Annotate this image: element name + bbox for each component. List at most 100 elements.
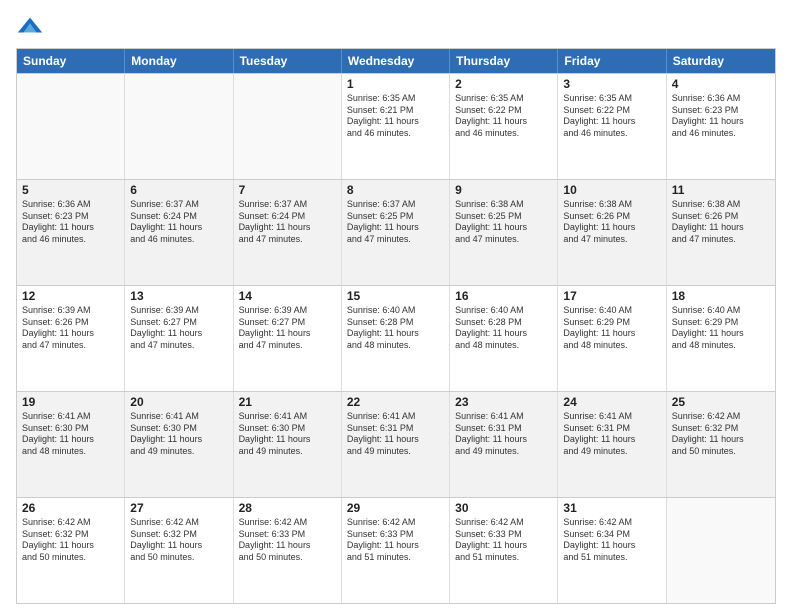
day-info: Sunrise: 6:40 AM Sunset: 6:29 PM Dayligh… [563, 305, 660, 352]
day-info: Sunrise: 6:40 AM Sunset: 6:29 PM Dayligh… [672, 305, 770, 352]
calendar-cell: 6 Sunrise: 6:37 AM Sunset: 6:24 PM Daylig… [125, 180, 233, 285]
calendar-week: 1 Sunrise: 6:35 AM Sunset: 6:21 PM Daylig… [17, 73, 775, 179]
day-info: Sunrise: 6:41 AM Sunset: 6:31 PM Dayligh… [455, 411, 552, 458]
day-number: 26 [22, 501, 119, 515]
calendar-cell: 2Sunrise: 6:35 AM Sunset: 6:22 PM Daylig… [450, 74, 558, 179]
day-number: 3 [563, 77, 660, 91]
calendar-cell: 24 Sunrise: 6:41 AM Sunset: 6:31 PM Dayli… [558, 392, 666, 497]
day-info: Sunrise: 6:35 AM Sunset: 6:22 PM Dayligh… [455, 93, 552, 140]
calendar-cell: 28 Sunrise: 6:42 AM Sunset: 6:33 PM Dayli… [234, 498, 342, 603]
day-number: 8 [347, 183, 444, 197]
day-info: Sunrise: 6:42 AM Sunset: 6:33 PM Dayligh… [239, 517, 336, 564]
day-info: Sunrise: 6:39 AM Sunset: 6:27 PM Dayligh… [239, 305, 336, 352]
calendar-cell: 21 Sunrise: 6:41 AM Sunset: 6:30 PM Dayli… [234, 392, 342, 497]
day-info: Sunrise: 6:41 AM Sunset: 6:30 PM Dayligh… [22, 411, 119, 458]
day-info: Sunrise: 6:42 AM Sunset: 6:32 PM Dayligh… [22, 517, 119, 564]
day-number: 4 [672, 77, 770, 91]
day-number: 30 [455, 501, 552, 515]
calendar-cell: 13 Sunrise: 6:39 AM Sunset: 6:27 PM Dayli… [125, 286, 233, 391]
calendar-header-cell: Saturday [667, 49, 775, 73]
day-number: 29 [347, 501, 444, 515]
calendar-header-cell: Tuesday [234, 49, 342, 73]
calendar-cell: 15 Sunrise: 6:40 AM Sunset: 6:28 PM Dayli… [342, 286, 450, 391]
logo-icon [16, 12, 44, 40]
day-info: Sunrise: 6:42 AM Sunset: 6:32 PM Dayligh… [672, 411, 770, 458]
day-number: 14 [239, 289, 336, 303]
day-info: Sunrise: 6:35 AM Sunset: 6:21 PM Dayligh… [347, 93, 444, 140]
day-number: 19 [22, 395, 119, 409]
day-number: 17 [563, 289, 660, 303]
day-info: Sunrise: 6:38 AM Sunset: 6:26 PM Dayligh… [563, 199, 660, 246]
day-number: 18 [672, 289, 770, 303]
day-number: 13 [130, 289, 227, 303]
calendar: SundayMondayTuesdayWednesdayThursdayFrid… [16, 48, 776, 604]
day-info: Sunrise: 6:35 AM Sunset: 6:22 PM Dayligh… [563, 93, 660, 140]
calendar-cell: 26 Sunrise: 6:42 AM Sunset: 6:32 PM Dayli… [17, 498, 125, 603]
calendar-header-cell: Sunday [17, 49, 125, 73]
day-number: 22 [347, 395, 444, 409]
day-info: Sunrise: 6:41 AM Sunset: 6:30 PM Dayligh… [130, 411, 227, 458]
calendar-cell: 11 Sunrise: 6:38 AM Sunset: 6:26 PM Dayli… [667, 180, 775, 285]
logo [16, 12, 48, 40]
calendar-week: 12 Sunrise: 6:39 AM Sunset: 6:26 PM Dayli… [17, 285, 775, 391]
calendar-week: 5 Sunrise: 6:36 AM Sunset: 6:23 PM Daylig… [17, 179, 775, 285]
day-number: 10 [563, 183, 660, 197]
day-number: 23 [455, 395, 552, 409]
day-info: Sunrise: 6:41 AM Sunset: 6:30 PM Dayligh… [239, 411, 336, 458]
page: SundayMondayTuesdayWednesdayThursdayFrid… [0, 0, 792, 612]
calendar-cell: 30 Sunrise: 6:42 AM Sunset: 6:33 PM Dayli… [450, 498, 558, 603]
calendar-cell: 5 Sunrise: 6:36 AM Sunset: 6:23 PM Daylig… [17, 180, 125, 285]
day-number: 9 [455, 183, 552, 197]
calendar-cell: 9 Sunrise: 6:38 AM Sunset: 6:25 PM Daylig… [450, 180, 558, 285]
day-number: 28 [239, 501, 336, 515]
calendar-cell: 22 Sunrise: 6:41 AM Sunset: 6:31 PM Dayli… [342, 392, 450, 497]
calendar-cell: 25 Sunrise: 6:42 AM Sunset: 6:32 PM Dayli… [667, 392, 775, 497]
day-info: Sunrise: 6:37 AM Sunset: 6:24 PM Dayligh… [130, 199, 227, 246]
day-number: 11 [672, 183, 770, 197]
day-number: 21 [239, 395, 336, 409]
day-info: Sunrise: 6:36 AM Sunset: 6:23 PM Dayligh… [22, 199, 119, 246]
calendar-cell: 29 Sunrise: 6:42 AM Sunset: 6:33 PM Dayli… [342, 498, 450, 603]
day-info: Sunrise: 6:36 AM Sunset: 6:23 PM Dayligh… [672, 93, 770, 140]
day-info: Sunrise: 6:38 AM Sunset: 6:26 PM Dayligh… [672, 199, 770, 246]
calendar-body: 1 Sunrise: 6:35 AM Sunset: 6:21 PM Daylig… [17, 73, 775, 603]
calendar-cell: 18 Sunrise: 6:40 AM Sunset: 6:29 PM Dayli… [667, 286, 775, 391]
day-number: 5 [22, 183, 119, 197]
calendar-cell [234, 74, 342, 179]
day-number: 27 [130, 501, 227, 515]
calendar-week: 26 Sunrise: 6:42 AM Sunset: 6:32 PM Dayli… [17, 497, 775, 603]
day-number: 15 [347, 289, 444, 303]
day-number: 6 [130, 183, 227, 197]
day-info: Sunrise: 6:40 AM Sunset: 6:28 PM Dayligh… [347, 305, 444, 352]
day-info: Sunrise: 6:40 AM Sunset: 6:28 PM Dayligh… [455, 305, 552, 352]
day-info: Sunrise: 6:42 AM Sunset: 6:32 PM Dayligh… [130, 517, 227, 564]
day-info: Sunrise: 6:41 AM Sunset: 6:31 PM Dayligh… [563, 411, 660, 458]
day-number: 24 [563, 395, 660, 409]
day-info: Sunrise: 6:42 AM Sunset: 6:33 PM Dayligh… [455, 517, 552, 564]
day-number: 7 [239, 183, 336, 197]
day-number: 12 [22, 289, 119, 303]
calendar-cell: 1 Sunrise: 6:35 AM Sunset: 6:21 PM Daylig… [342, 74, 450, 179]
calendar-header-cell: Wednesday [342, 49, 450, 73]
day-number: 1 [347, 77, 444, 91]
calendar-header-cell: Thursday [450, 49, 558, 73]
header [16, 12, 776, 40]
calendar-cell: 23 Sunrise: 6:41 AM Sunset: 6:31 PM Dayli… [450, 392, 558, 497]
day-number: 20 [130, 395, 227, 409]
calendar-cell: 4 Sunrise: 6:36 AM Sunset: 6:23 PM Daylig… [667, 74, 775, 179]
day-info: Sunrise: 6:39 AM Sunset: 6:27 PM Dayligh… [130, 305, 227, 352]
calendar-cell [17, 74, 125, 179]
day-info: Sunrise: 6:38 AM Sunset: 6:25 PM Dayligh… [455, 199, 552, 246]
calendar-cell: 31Sunrise: 6:42 AM Sunset: 6:34 PM Dayli… [558, 498, 666, 603]
day-info: Sunrise: 6:39 AM Sunset: 6:26 PM Dayligh… [22, 305, 119, 352]
calendar-cell: 14 Sunrise: 6:39 AM Sunset: 6:27 PM Dayli… [234, 286, 342, 391]
day-info: Sunrise: 6:37 AM Sunset: 6:25 PM Dayligh… [347, 199, 444, 246]
day-info: Sunrise: 6:42 AM Sunset: 6:33 PM Dayligh… [347, 517, 444, 564]
calendar-cell: 19 Sunrise: 6:41 AM Sunset: 6:30 PM Dayli… [17, 392, 125, 497]
day-number: 25 [672, 395, 770, 409]
calendar-header-cell: Monday [125, 49, 233, 73]
calendar-cell: 27 Sunrise: 6:42 AM Sunset: 6:32 PM Dayli… [125, 498, 233, 603]
day-info: Sunrise: 6:41 AM Sunset: 6:31 PM Dayligh… [347, 411, 444, 458]
calendar-week: 19 Sunrise: 6:41 AM Sunset: 6:30 PM Dayli… [17, 391, 775, 497]
calendar-cell: 10 Sunrise: 6:38 AM Sunset: 6:26 PM Dayli… [558, 180, 666, 285]
